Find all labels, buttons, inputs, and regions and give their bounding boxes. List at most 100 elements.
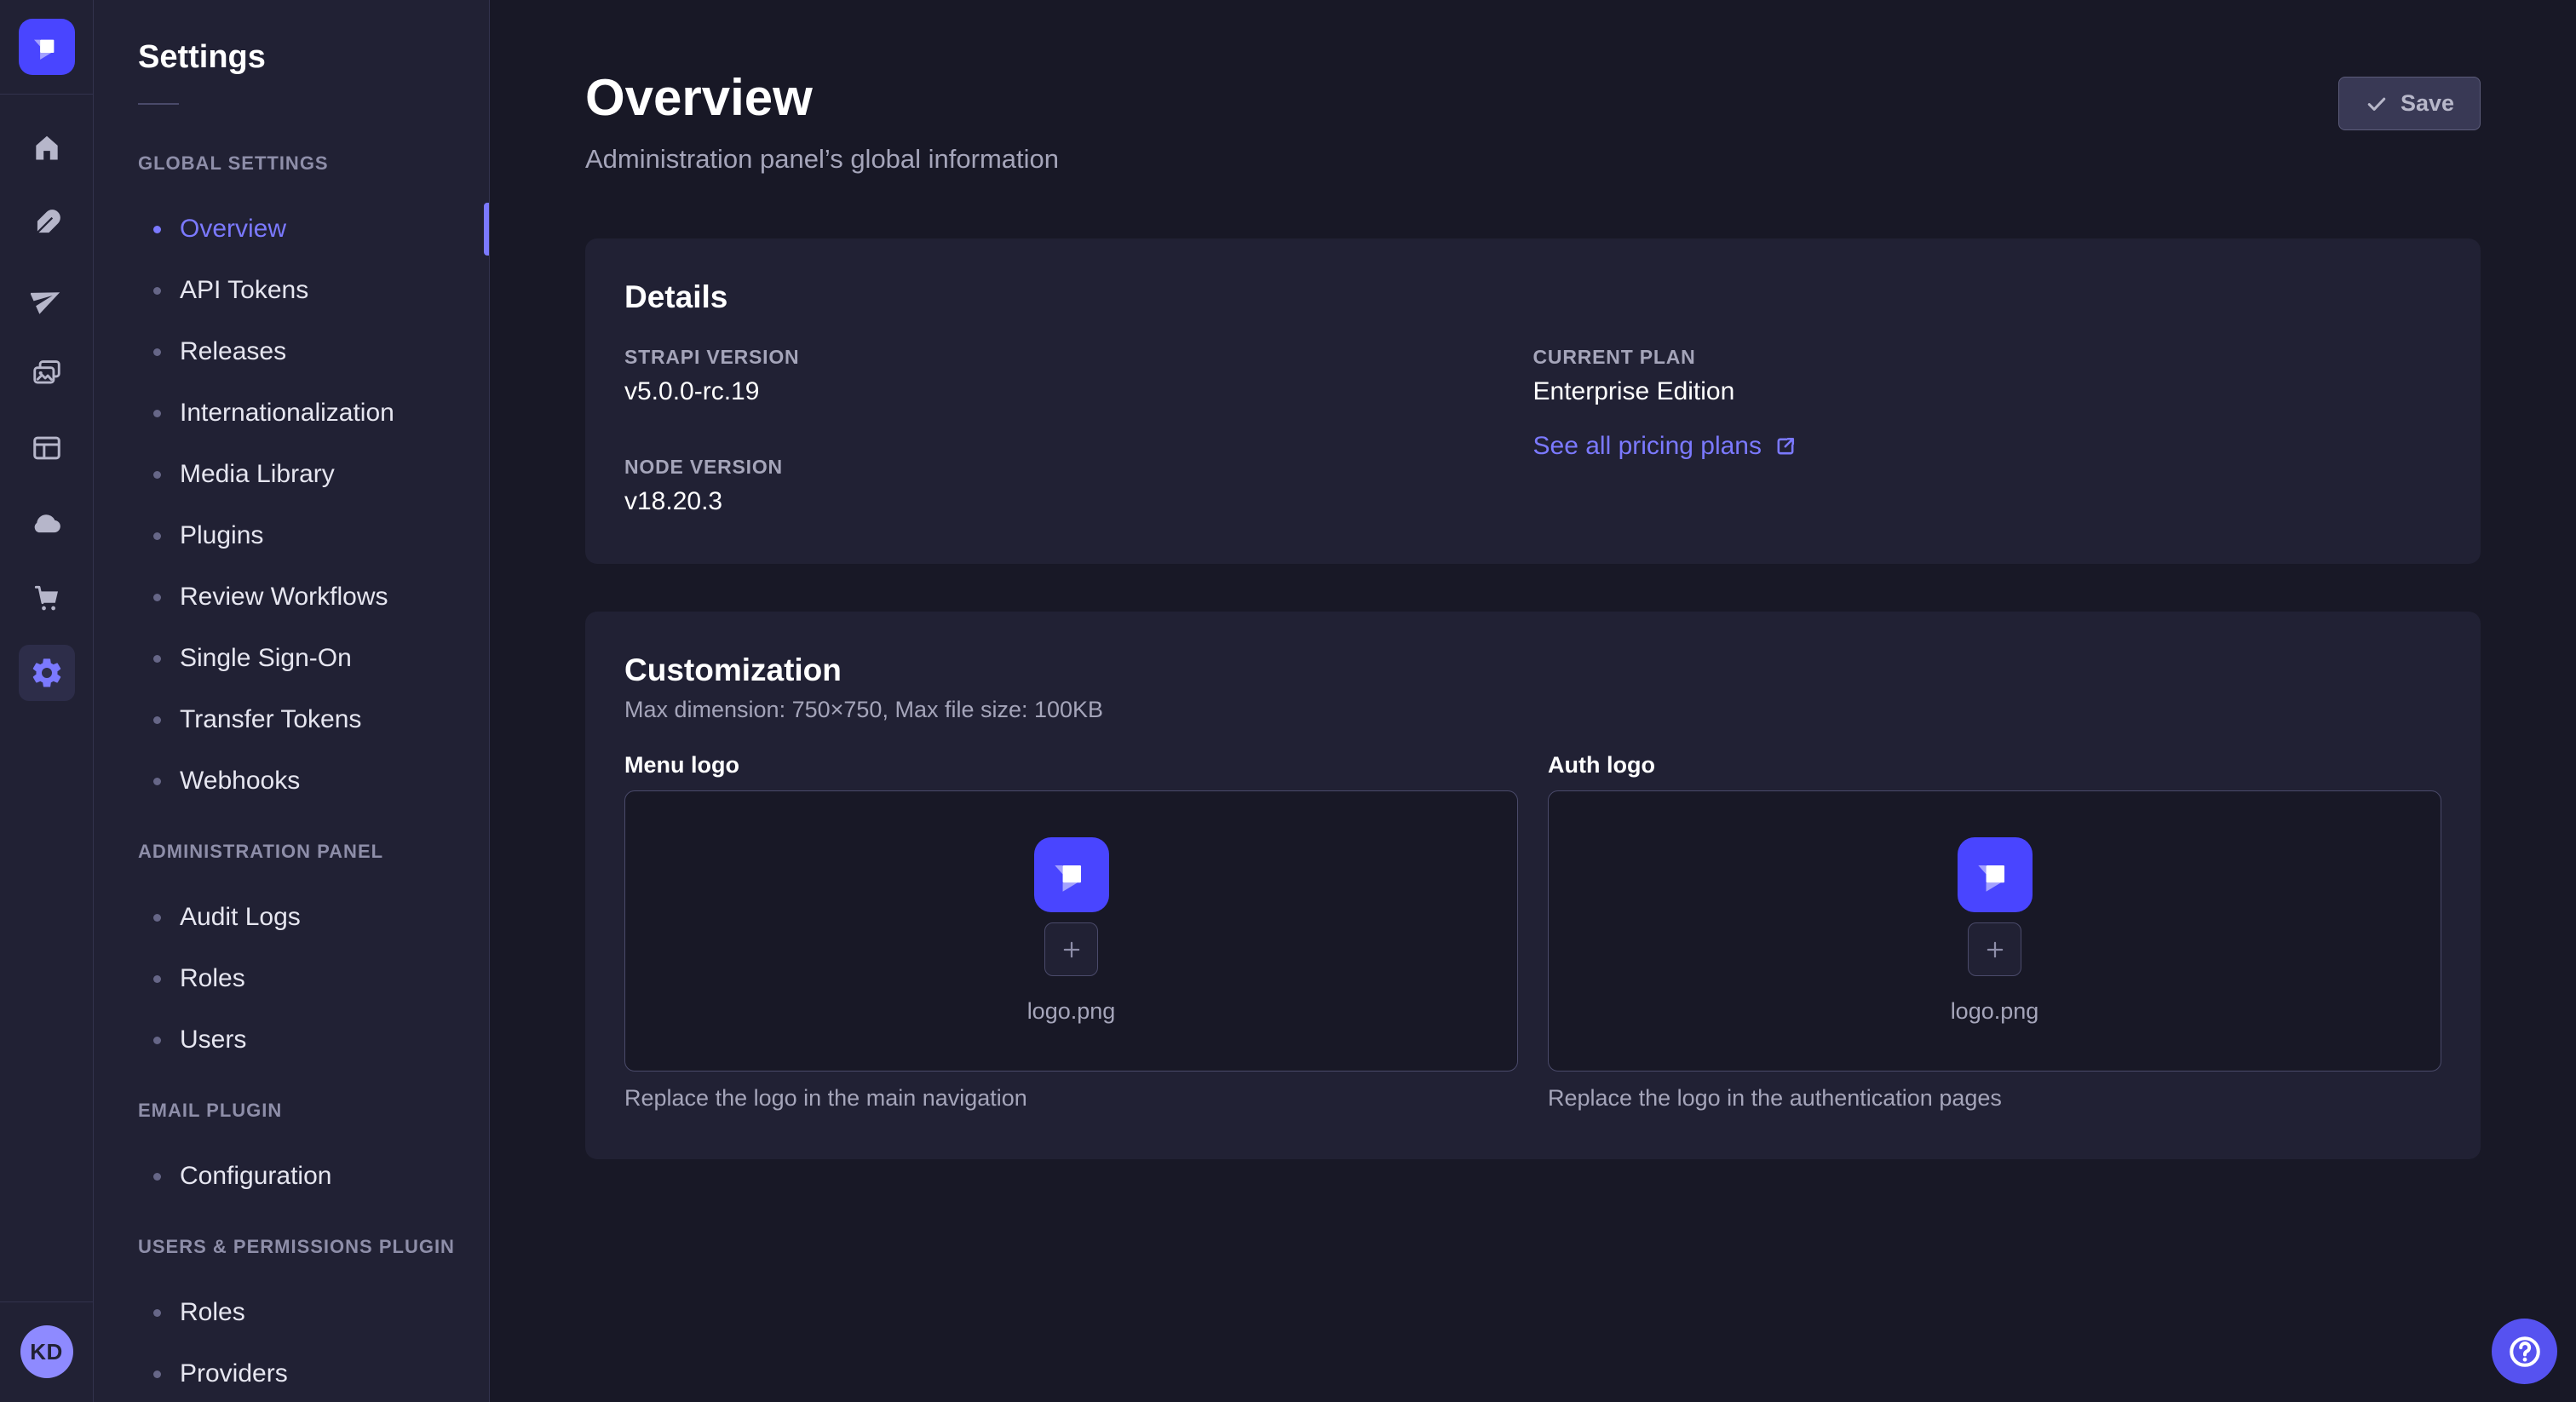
paper-plane-icon[interactable] — [19, 270, 75, 326]
sidebar-title: Settings — [94, 39, 489, 76]
sidebar-item-api-tokens[interactable]: API Tokens — [94, 260, 489, 321]
users-permissions-list: Roles Providers — [94, 1282, 489, 1402]
bullet-icon — [153, 1037, 161, 1044]
sidebar-item-admin-roles[interactable]: Roles — [94, 948, 489, 1009]
customization-card: Customization Max dimension: 750×750, Ma… — [585, 612, 2481, 1159]
details-card: Details STRAPI VERSION v5.0.0-rc.19 NODE… — [585, 238, 2481, 564]
strapi-version-value: v5.0.0-rc.19 — [624, 377, 1533, 406]
bullet-icon — [153, 471, 161, 479]
rail-bottom-divider — [0, 1301, 94, 1302]
strapi-logo-icon — [28, 28, 66, 66]
strapi-version-field: STRAPI VERSION v5.0.0-rc.19 — [624, 346, 1533, 406]
section-label-users-permissions-plugin: USERS & PERMISSIONS PLUGIN — [94, 1236, 489, 1258]
bullet-icon — [153, 226, 161, 233]
save-button[interactable]: Save — [2338, 77, 2481, 130]
bullet-icon — [153, 348, 161, 356]
strapi-logo[interactable] — [19, 19, 75, 75]
auth-logo-caption: Replace the logo in the authentication p… — [1548, 1085, 2441, 1112]
bullet-icon — [153, 1309, 161, 1317]
sidebar-item-up-providers[interactable]: Providers — [94, 1343, 489, 1402]
bullet-icon — [153, 778, 161, 785]
menu-logo-section: Menu logo logo.png Replace the logo in t… — [624, 752, 1518, 1112]
email-plugin-list: Configuration — [94, 1146, 489, 1207]
avatar-initials: KD — [30, 1339, 63, 1365]
sidebar-item-releases[interactable]: Releases — [94, 321, 489, 382]
pricing-plans-link-label: See all pricing plans — [1533, 432, 1762, 461]
question-mark-icon — [2506, 1333, 2544, 1370]
settings-gear-icon[interactable] — [19, 645, 75, 701]
auth-logo-filename: logo.png — [1951, 998, 2039, 1025]
page-subtitle: Administration panel’s global informatio… — [585, 143, 1059, 175]
plus-icon — [1059, 937, 1084, 962]
menu-logo-dropzone[interactable]: logo.png — [624, 790, 1518, 1072]
home-icon[interactable] — [19, 120, 75, 176]
bullet-icon — [153, 655, 161, 663]
menu-logo-preview — [1034, 837, 1109, 912]
strapi-version-label: STRAPI VERSION — [624, 346, 1533, 369]
current-plan-label: CURRENT PLAN — [1533, 346, 2442, 369]
section-label-administration-panel: ADMINISTRATION PANEL — [94, 841, 489, 863]
customization-heading: Customization — [624, 652, 2441, 688]
global-settings-list: Overview API Tokens Releases Internation… — [94, 198, 489, 812]
page-header: Overview Administration panel’s global i… — [585, 72, 2481, 175]
current-plan-value: Enterprise Edition — [1533, 377, 2442, 406]
menu-logo-caption: Replace the logo in the main navigation — [624, 1085, 1518, 1112]
pricing-plans-link[interactable]: See all pricing plans — [1533, 432, 1798, 461]
auth-logo-dropzone[interactable]: logo.png — [1548, 790, 2441, 1072]
bullet-icon — [153, 532, 161, 540]
rail-divider — [0, 94, 94, 95]
bullet-icon — [153, 594, 161, 601]
auth-logo-section: Auth logo logo.png Replace the logo in t… — [1548, 752, 2441, 1112]
icon-rail: KD — [0, 0, 94, 1402]
sidebar-item-transfer-tokens[interactable]: Transfer Tokens — [94, 689, 489, 750]
sidebar-item-webhooks[interactable]: Webhooks — [94, 750, 489, 812]
menu-logo-label: Menu logo — [624, 752, 1518, 779]
help-button[interactable] — [2492, 1319, 2557, 1384]
node-version-field: NODE VERSION v18.20.3 — [624, 456, 1533, 516]
settings-sidebar: Settings GLOBAL SETTINGS Overview API To… — [94, 0, 490, 1402]
check-icon — [2365, 92, 2389, 116]
auth-logo-label: Auth logo — [1548, 752, 2441, 779]
sidebar-item-media-library[interactable]: Media Library — [94, 444, 489, 505]
bullet-icon — [153, 975, 161, 983]
node-version-value: v18.20.3 — [624, 487, 1533, 516]
bullet-icon — [153, 914, 161, 922]
page-title: Overview — [585, 72, 1059, 124]
strapi-logo-icon — [1047, 850, 1096, 899]
media-library-icon[interactable] — [19, 345, 75, 401]
auth-logo-add-button[interactable] — [1968, 922, 2021, 976]
section-label-email-plugin: EMAIL PLUGIN — [94, 1100, 489, 1122]
details-grid: STRAPI VERSION v5.0.0-rc.19 NODE VERSION… — [624, 346, 2441, 516]
current-plan-field: CURRENT PLAN Enterprise Edition — [1533, 346, 2442, 406]
marketplace-cart-icon[interactable] — [19, 570, 75, 626]
cloud-icon[interactable] — [19, 495, 75, 551]
sidebar-title-divider — [138, 103, 179, 105]
bullet-icon — [153, 1370, 161, 1378]
sidebar-item-plugins[interactable]: Plugins — [94, 505, 489, 566]
sidebar-item-internationalization[interactable]: Internationalization — [94, 382, 489, 444]
sidebar-item-email-configuration[interactable]: Configuration — [94, 1146, 489, 1207]
plus-icon — [1982, 937, 2008, 962]
details-heading: Details — [624, 279, 2441, 315]
feather-icon[interactable] — [19, 195, 75, 251]
bullet-icon — [153, 1173, 161, 1181]
sidebar-item-audit-logs[interactable]: Audit Logs — [94, 887, 489, 948]
sidebar-item-review-workflows[interactable]: Review Workflows — [94, 566, 489, 628]
sidebar-item-admin-users[interactable]: Users — [94, 1009, 489, 1071]
save-button-label: Save — [2401, 90, 2454, 117]
customization-constraints: Max dimension: 750×750, Max file size: 1… — [624, 697, 2441, 723]
node-version-label: NODE VERSION — [624, 456, 1533, 479]
auth-logo-preview — [1958, 837, 2033, 912]
main-content: Overview Administration panel’s global i… — [490, 0, 2576, 1159]
bullet-icon — [153, 716, 161, 724]
user-avatar[interactable]: KD — [20, 1325, 73, 1378]
sidebar-item-single-sign-on[interactable]: Single Sign-On — [94, 628, 489, 689]
administration-panel-list: Audit Logs Roles Users — [94, 887, 489, 1071]
section-label-global-settings: GLOBAL SETTINGS — [94, 152, 489, 175]
external-link-icon — [1774, 434, 1797, 458]
sidebar-item-up-roles[interactable]: Roles — [94, 1282, 489, 1343]
sidebar-item-overview[interactable]: Overview — [94, 198, 489, 260]
strapi-logo-icon — [1970, 850, 2020, 899]
menu-logo-add-button[interactable] — [1044, 922, 1098, 976]
layout-icon[interactable] — [19, 420, 75, 476]
